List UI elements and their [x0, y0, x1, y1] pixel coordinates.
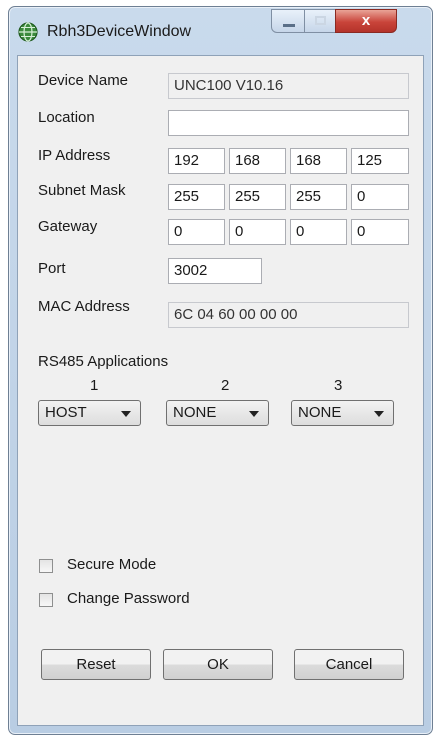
close-icon: x	[361, 12, 371, 29]
close-button[interactable]: x	[335, 9, 397, 33]
device-name-field: UNC100 V10.16	[168, 73, 409, 99]
minimize-icon	[283, 24, 295, 27]
rs485-port-1-select[interactable]: HOST	[38, 400, 141, 426]
gateway-octet-2[interactable]: 0	[229, 219, 286, 245]
rs485-column-2-number: 2	[221, 377, 230, 394]
rs485-port-1-value: HOST	[45, 404, 87, 421]
title-bar[interactable]: Rbh3DeviceWindow x	[9, 7, 432, 55]
reset-button[interactable]: Reset	[41, 649, 151, 680]
chevron-down-icon	[249, 411, 259, 417]
ip-octet-3[interactable]: 168	[290, 148, 347, 174]
rs485-column-3-number: 3	[334, 377, 343, 394]
app-window: Rbh3DeviceWindow x Device Name UNC100 V1…	[8, 6, 433, 735]
ip-octet-2[interactable]: 168	[229, 148, 286, 174]
subnet-octet-4[interactable]: 0	[351, 184, 409, 210]
chevron-down-icon	[374, 411, 384, 417]
change-password-label[interactable]: Change Password	[67, 590, 190, 607]
location-field[interactable]	[168, 110, 409, 136]
mac-address-field: 6C 04 60 00 00 00	[168, 302, 409, 328]
secure-mode-checkbox[interactable]	[39, 559, 53, 573]
device-name-label: Device Name	[38, 72, 129, 89]
chevron-down-icon	[121, 411, 131, 417]
minimize-button[interactable]	[271, 9, 305, 33]
mac-address-label: MAC Address	[38, 298, 130, 315]
ip-octet-4[interactable]: 125	[351, 148, 409, 174]
rs485-port-2-select[interactable]: NONE	[166, 400, 269, 426]
gateway-octet-3[interactable]: 0	[290, 219, 347, 245]
port-field[interactable]: 3002	[168, 258, 262, 284]
gateway-octet-4[interactable]: 0	[351, 219, 409, 245]
rs485-applications-label: RS485 Applications	[38, 353, 169, 370]
maximize-icon	[315, 16, 326, 25]
subnet-octet-1[interactable]: 255	[168, 184, 225, 210]
location-label: Location	[38, 109, 95, 126]
rs485-port-3-select[interactable]: NONE	[291, 400, 394, 426]
client-area: Device Name UNC100 V10.16 Location IP Ad…	[17, 55, 424, 726]
secure-mode-label[interactable]: Secure Mode	[67, 556, 156, 573]
cancel-button[interactable]: Cancel	[294, 649, 404, 680]
ip-octet-1[interactable]: 192	[168, 148, 225, 174]
ip-address-label: IP Address	[38, 147, 111, 164]
subnet-octet-3[interactable]: 255	[290, 184, 347, 210]
window-title: Rbh3DeviceWindow	[47, 23, 192, 40]
gateway-octet-1[interactable]: 0	[168, 219, 225, 245]
rs485-port-3-value: NONE	[298, 404, 342, 421]
change-password-checkbox[interactable]	[39, 593, 53, 607]
rs485-port-2-value: NONE	[173, 404, 217, 421]
rs485-column-1-number: 1	[90, 377, 99, 394]
gateway-label: Gateway	[38, 218, 98, 235]
ok-button[interactable]: OK	[163, 649, 273, 680]
port-label: Port	[38, 260, 66, 277]
maximize-button[interactable]	[304, 9, 336, 33]
subnet-octet-2[interactable]: 255	[229, 184, 286, 210]
globe-network-icon	[18, 22, 38, 42]
subnet-mask-label: Subnet Mask	[38, 182, 126, 199]
